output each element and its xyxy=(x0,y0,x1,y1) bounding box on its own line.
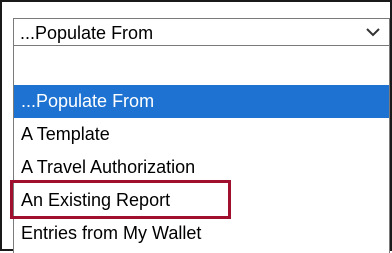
option-a-travel-authorization[interactable]: A Travel Authorization xyxy=(14,151,389,184)
chevron-down-icon[interactable] xyxy=(365,25,381,39)
option-a-template[interactable]: A Template xyxy=(14,118,389,151)
populate-from-select[interactable]: ...Populate From xyxy=(13,18,390,46)
screenshot-frame: ...Populate From ...Populate From A Temp… xyxy=(0,0,392,253)
dropdown-blank-row xyxy=(14,46,389,85)
option-populate-from[interactable]: ...Populate From xyxy=(14,85,389,118)
select-current-value: ...Populate From xyxy=(20,23,154,43)
populate-from-dropdown-list: ...Populate From A Template A Travel Aut… xyxy=(13,46,390,253)
option-an-existing-report[interactable]: An Existing Report xyxy=(14,184,389,217)
option-entries-from-my-wallet[interactable]: Entries from My Wallet xyxy=(14,217,389,250)
